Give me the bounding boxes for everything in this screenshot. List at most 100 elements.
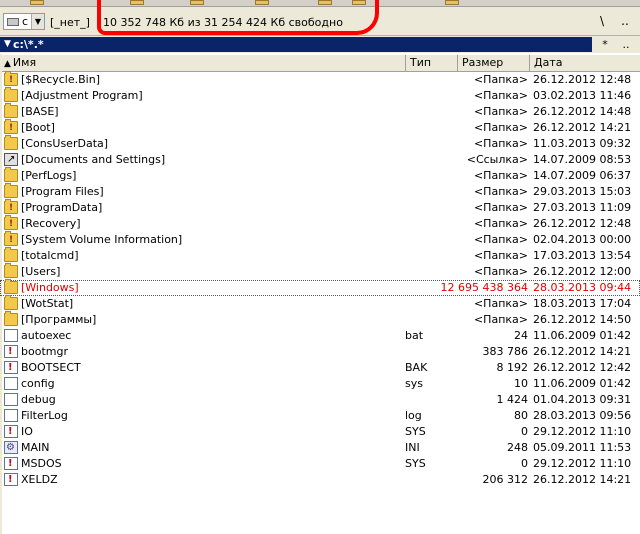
system-file-icon (4, 360, 18, 376)
column-name[interactable]: ▲ Имя (0, 55, 406, 71)
system-file-icon (4, 344, 18, 360)
file-date: 01.04.2013 09:31 (533, 393, 632, 406)
column-date[interactable]: Дата (530, 55, 640, 71)
file-size: 12 695 438 364 (440, 281, 528, 294)
file-date: 27.03.2013 11:09 (533, 201, 632, 214)
folder-icon (4, 135, 18, 150)
file-date: 17.03.2013 13:54 (533, 249, 632, 262)
file-row[interactable]: XELDZ 206 312 26.12.2012 14:21 (0, 472, 640, 488)
file-ext: SYS (405, 457, 426, 470)
file-name: BOOTSECT (21, 361, 81, 374)
file-row[interactable]: [Windows] 12 695 438 364 28.03.2013 09:44 (0, 279, 640, 296)
file-size: <Папка> (473, 233, 528, 246)
file-name: [$Recycle.Bin] (21, 73, 100, 86)
column-size[interactable]: Размер (458, 55, 530, 71)
toolbar-folder-icon[interactable] (445, 0, 459, 5)
file-row[interactable]: [$Recycle.Bin] <Папка> 26.12.2012 12:48 (0, 71, 640, 88)
folder-icon (4, 279, 18, 294)
file-row[interactable]: [Boot] <Папка> 26.12.2012 14:21 (0, 119, 640, 136)
file-row[interactable]: BOOTSECT BAK 8 192 26.12.2012 12:42 (0, 360, 640, 376)
file-size: 8 192 (496, 361, 529, 374)
file-row[interactable]: IO SYS 0 29.12.2012 11:10 (0, 424, 640, 440)
chevron-down-icon[interactable]: ▼ (31, 14, 44, 29)
file-date: 03.02.2013 11:46 (533, 89, 632, 102)
file-date: 26.12.2012 14:21 (533, 345, 632, 358)
system-file-icon (4, 424, 18, 440)
file-date: 29.12.2012 11:10 (533, 425, 632, 438)
file-row[interactable]: debug 1 424 01.04.2013 09:31 (0, 392, 640, 408)
file-row[interactable]: bootmgr 383 786 26.12.2012 14:21 (0, 344, 640, 360)
file-ext: log (405, 409, 422, 422)
file-size: <Папка> (473, 137, 528, 150)
file-name: config (21, 377, 55, 390)
file-row[interactable]: MSDOS SYS 0 29.12.2012 11:10 (0, 456, 640, 472)
history-dropdown-icon[interactable]: ▼ (4, 37, 11, 52)
hard-drive-icon (7, 18, 19, 26)
folder-icon (4, 295, 18, 310)
file-date: 11.06.2009 01:42 (533, 329, 632, 342)
file-row[interactable]: [Program Files] <Папка> 29.03.2013 15:03 (0, 183, 640, 200)
file-size: 10 (514, 377, 528, 390)
file-row[interactable]: [Adjustment Program] <Папка> 03.02.2013 11… (0, 87, 640, 104)
file-row[interactable]: [System Volume Information] <Папка> 02.04.… (0, 231, 640, 248)
file-row[interactable]: [ProgramData] <Папка> 27.03.2013 11:09 (0, 199, 640, 216)
file-date: 05.09.2011 11:53 (533, 441, 632, 454)
file-row[interactable]: [Recovery] <Папка> 26.12.2012 12:48 (0, 215, 640, 232)
file-size: <Папка> (473, 105, 528, 118)
file-list[interactable]: [$Recycle.Bin]<Папка>26.12.2012 12:48[Ad… (0, 71, 640, 532)
file-size: 206 312 (482, 473, 529, 486)
config-file-icon (4, 440, 18, 456)
file-row[interactable]: autoexec bat 24 11.06.2009 01:42 (0, 328, 640, 344)
file-name: XELDZ (21, 473, 58, 486)
file-size: <Папка> (473, 89, 528, 102)
file-row[interactable]: [BASE] <Папка> 26.12.2012 14:48 (0, 103, 640, 120)
file-size: 24 (514, 329, 528, 342)
file-name: [BASE] (21, 105, 59, 118)
file-row[interactable]: [Программы] <Папка> 26.12.2012 14:50 (0, 311, 640, 328)
path-text: c:\*.* (13, 38, 44, 51)
file-ext: sys (405, 377, 423, 390)
shortcut-link-icon (4, 152, 18, 168)
file-row[interactable]: config sys 10 11.06.2009 01:42 (0, 376, 640, 392)
column-type[interactable]: Тип (406, 55, 458, 71)
file-row[interactable]: [Users] <Папка> 26.12.2012 12:00 (0, 263, 640, 280)
system-folder-icon (4, 215, 18, 232)
file-date: 28.03.2013 09:44 (533, 281, 632, 294)
favorites-button[interactable]: * (598, 37, 612, 52)
file-size: 0 (521, 425, 528, 438)
file-name: [Boot] (21, 121, 55, 134)
history-button[interactable]: .. (619, 37, 633, 52)
current-path[interactable]: ▼ c:\*.* (0, 37, 592, 52)
file-row[interactable]: [PerfLogs] <Папка> 14.07.2009 06:37 (0, 167, 640, 184)
file-row[interactable]: [ConsUserData] <Папка> 11.03.2013 09:32 (0, 135, 640, 152)
file-icon (4, 409, 18, 422)
file-row[interactable]: [Documents and Settings] <Ссылка> 14.07.20… (0, 152, 640, 168)
root-dir-button[interactable]: \ (594, 13, 610, 30)
file-name: debug (21, 393, 56, 406)
file-size: 248 (507, 441, 528, 454)
file-name: [totalcmd] (21, 249, 79, 262)
path-bar: ▼ c:\*.* * .. (0, 36, 640, 53)
file-ext: BAK (405, 361, 428, 374)
system-folder-icon (4, 231, 18, 248)
system-folder-icon (4, 119, 18, 136)
file-date: 11.03.2013 09:32 (533, 137, 632, 150)
file-row[interactable]: [WotStat] <Папка> 18.03.2013 17:04 (0, 295, 640, 312)
parent-dir-button[interactable]: .. (617, 13, 633, 30)
system-folder-icon (4, 71, 18, 88)
drive-select[interactable]: c ▼ (3, 13, 45, 30)
file-icon (4, 393, 18, 406)
system-folder-icon (4, 199, 18, 216)
file-row[interactable]: FilterLog log 80 28.03.2013 09:56 (0, 408, 640, 424)
file-name: [WotStat] (21, 297, 74, 310)
file-size: <Папка> (473, 121, 528, 134)
file-date: 02.04.2013 00:00 (533, 233, 632, 246)
file-date: 26.12.2012 14:21 (533, 473, 632, 486)
file-row[interactable]: MAIN INI 248 05.09.2011 11:53 (0, 440, 640, 456)
file-name: MAIN (21, 441, 50, 454)
toolbar-folder-icon[interactable] (30, 0, 44, 5)
file-row[interactable]: [totalcmd] <Папка> 17.03.2013 13:54 (0, 247, 640, 264)
file-date: 29.12.2012 11:10 (533, 457, 632, 470)
file-name: [Adjustment Program] (21, 89, 143, 102)
file-icon (4, 329, 18, 342)
